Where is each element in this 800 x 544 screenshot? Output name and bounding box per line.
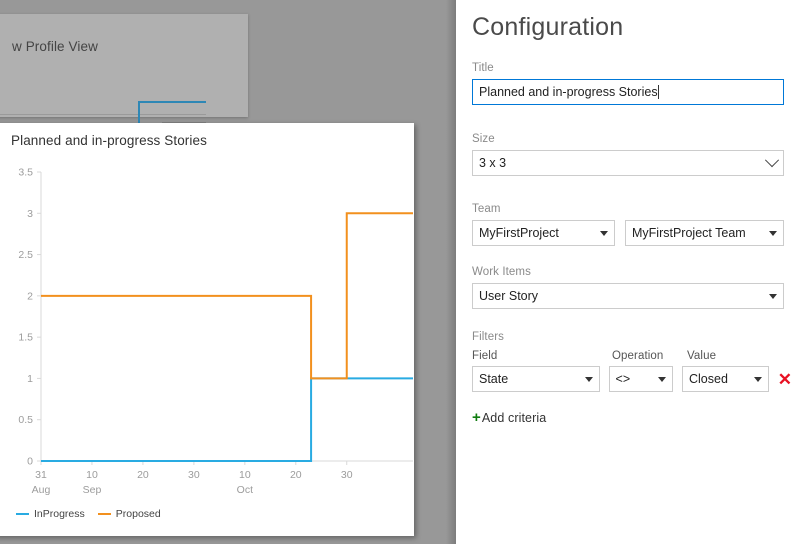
team-select-value: MyFirstProject Team (632, 226, 746, 240)
chevron-down-icon (600, 230, 608, 236)
chart-plot-area: 0 0.5 1 1.5 2 2.5 3 3.5 31 Aug 10 Sep 20 30 10 Oct 20 30 (18, 167, 413, 496)
team-selects-row: MyFirstProject MyFirstProject Team (472, 220, 784, 246)
work-items-field-group: Work Items User Story (472, 266, 784, 309)
work-items-label: Work Items (472, 266, 531, 278)
filter-operation-select[interactable]: <> (608, 366, 673, 392)
filter-field-select[interactable]: State (472, 366, 600, 392)
team-select[interactable]: MyFirstProject Team (625, 220, 784, 246)
chevron-down-icon (584, 376, 593, 382)
configuration-panel: Configuration Title Planned and in-progr… (456, 0, 800, 544)
svg-text:2.5: 2.5 (18, 249, 33, 261)
operation-column-label: Operation (612, 350, 664, 362)
size-field-group: Size 3 x 3 (472, 133, 784, 176)
svg-text:Aug: Aug (32, 484, 51, 496)
project-select-value: MyFirstProject (479, 226, 559, 240)
svg-text:10: 10 (239, 469, 251, 481)
project-select[interactable]: MyFirstProject (472, 220, 615, 246)
filters-label: Filters (472, 331, 505, 343)
chevron-down-icon (769, 230, 777, 236)
filter-field-value: State (479, 372, 509, 386)
svg-text:31: 31 (35, 469, 47, 481)
legend-item-proposed: Proposed (97, 508, 161, 520)
filter-column-headers: Field Operation Value (472, 350, 792, 366)
title-field-group: Title Planned and in-progress Stories (472, 62, 784, 105)
background-widget-title: w Profile View (12, 39, 98, 54)
svg-text:30: 30 (188, 469, 200, 481)
legend-swatch-inprogress (16, 512, 29, 516)
size-label: Size (472, 133, 495, 145)
svg-text:0: 0 (27, 456, 33, 468)
remove-criteria-icon[interactable]: ✕ (778, 371, 792, 388)
legend-label-inprogress: InProgress (34, 508, 85, 520)
add-criteria-button[interactable]: + Add criteria (472, 410, 546, 425)
svg-text:20: 20 (290, 469, 302, 481)
team-label: Team (472, 203, 501, 215)
chevron-down-icon (769, 293, 777, 299)
title-input[interactable]: Planned and in-progress Stories (472, 79, 784, 105)
chart-preview-card: Planned and in-progress Stories 0 0.5 1 1.5… (0, 123, 414, 536)
filters-section: Filters Field Operation Value State <> C… (472, 331, 792, 392)
svg-text:30: 30 (341, 469, 353, 481)
team-field-group: Team MyFirstProject MyFirstProject Team (472, 203, 784, 246)
plus-icon: + (472, 409, 481, 426)
size-select[interactable]: 3 x 3 (472, 150, 784, 176)
text-caret (657, 85, 659, 99)
svg-text:3: 3 (27, 208, 33, 220)
chart-legend: InProgress Proposed (16, 508, 161, 520)
size-select-value: 3 x 3 (479, 156, 507, 170)
chevron-down-icon (764, 153, 780, 168)
add-criteria-label: Add criteria (481, 410, 547, 425)
background-widget-card: w Profile View (0, 14, 248, 144)
work-items-select-value: User Story (479, 289, 539, 303)
svg-text:2: 2 (27, 290, 33, 302)
svg-text:0.5: 0.5 (18, 414, 33, 426)
svg-text:1: 1 (27, 373, 33, 385)
chevron-down-icon (753, 376, 762, 382)
svg-text:Oct: Oct (237, 484, 253, 496)
title-input-value: Planned and in-progress Stories (479, 85, 658, 99)
svg-text:10: 10 (86, 469, 98, 481)
filter-row: State <> Closed ✕ (472, 366, 792, 392)
svg-text:3.5: 3.5 (18, 167, 33, 179)
svg-text:20: 20 (137, 469, 149, 481)
value-column-label: Value (687, 350, 717, 362)
backdrop-edge-shadow (446, 0, 456, 544)
title-label: Title (472, 62, 494, 74)
filter-value-value: Closed (688, 372, 728, 386)
chevron-down-icon (657, 376, 666, 382)
legend-item-inprogress: InProgress (16, 508, 85, 520)
filter-operation-value: <> (615, 372, 631, 386)
panel-heading: Configuration (472, 13, 624, 41)
svg-text:Sep: Sep (83, 484, 102, 496)
field-column-label: Field (472, 350, 498, 362)
legend-label-proposed: Proposed (115, 508, 161, 520)
svg-text:1.5: 1.5 (18, 332, 33, 344)
filter-value-select[interactable]: Closed (681, 366, 769, 392)
work-items-select[interactable]: User Story (472, 283, 784, 309)
legend-swatch-proposed (97, 512, 111, 516)
